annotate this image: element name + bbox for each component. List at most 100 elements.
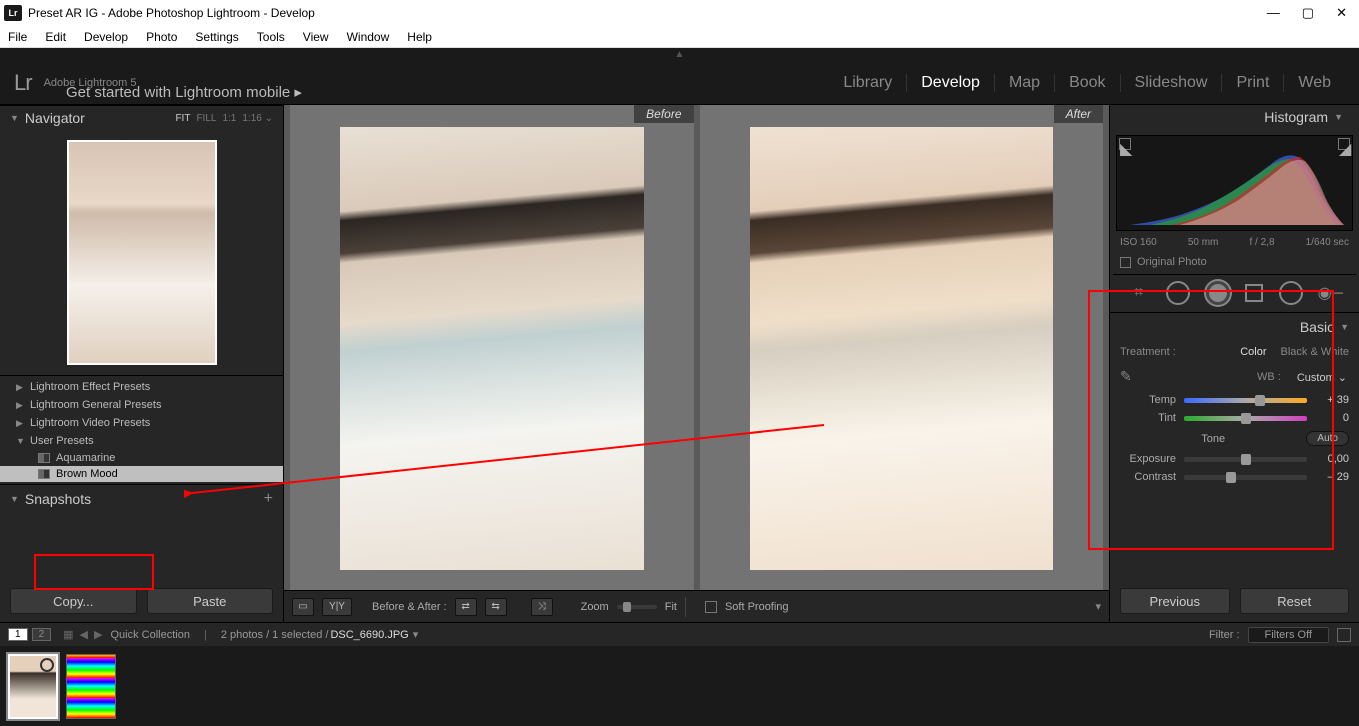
page-1[interactable]: 1	[8, 628, 28, 641]
menu-photo[interactable]: Photo	[146, 30, 177, 44]
preset-aquamarine[interactable]: Aquamarine	[0, 450, 283, 466]
navigator-preview[interactable]	[0, 130, 283, 375]
module-develop[interactable]: Develop	[907, 74, 995, 92]
paste-button[interactable]: Paste	[147, 588, 274, 614]
copy-before-button[interactable]: ⇆	[485, 598, 507, 616]
exposure-slider[interactable]	[1184, 457, 1307, 462]
menu-file[interactable]: File	[8, 30, 27, 44]
module-library[interactable]: Library	[829, 74, 907, 92]
menu-settings[interactable]: Settings	[195, 30, 238, 44]
brush-tool-icon[interactable]: ◉─	[1318, 281, 1342, 305]
navigator-header[interactable]: ▼ Navigator FIT FILL 1:1 1:16 ⌄	[0, 106, 283, 130]
copy-settings-button[interactable]: ⤨	[531, 598, 553, 616]
collection-name[interactable]: Quick Collection	[110, 629, 189, 641]
nav-fill[interactable]: FILL	[196, 113, 216, 124]
swap-button[interactable]: ⇄	[455, 598, 477, 616]
wb-dropdown[interactable]: Custom ⌄	[1295, 371, 1349, 384]
menu-tools[interactable]: Tools	[257, 30, 285, 44]
after-pane[interactable]: After	[700, 105, 1104, 590]
nav-fit[interactable]: FIT	[175, 113, 190, 124]
module-slideshow[interactable]: Slideshow	[1121, 74, 1223, 92]
module-map[interactable]: Map	[995, 74, 1055, 92]
wb-label: WB :	[1257, 371, 1281, 383]
after-label: After	[1054, 105, 1103, 123]
add-snapshot-button[interactable]: +	[264, 490, 273, 508]
crop-tool-icon[interactable]: ⌗	[1127, 281, 1151, 305]
preset-folder-user[interactable]: ▼User Presets	[0, 432, 283, 450]
previous-button[interactable]: Previous	[1120, 588, 1230, 614]
graduated-tool-icon[interactable]	[1245, 284, 1263, 302]
soft-proofing-checkbox[interactable]	[705, 601, 717, 613]
preset-folder[interactable]: ▶Lightroom Video Presets	[0, 414, 283, 432]
prev-photo-icon[interactable]: ◀	[80, 628, 88, 641]
treatment-color[interactable]: Color	[1240, 346, 1266, 358]
copy-button[interactable]: Copy...	[10, 588, 137, 614]
filter-dropdown[interactable]: Filters Off	[1248, 627, 1329, 643]
after-image	[750, 127, 1054, 570]
filename-dropdown-icon[interactable]: ▾	[413, 628, 419, 641]
reset-button[interactable]: Reset	[1240, 588, 1350, 614]
contrast-value[interactable]: – 29	[1315, 471, 1349, 483]
clip-highlights-icon[interactable]: ◢	[1338, 138, 1350, 150]
menu-develop[interactable]: Develop	[84, 30, 128, 44]
tint-value[interactable]: 0	[1315, 412, 1349, 424]
preset-folder[interactable]: ▶Lightroom Effect Presets	[0, 378, 283, 396]
exposure-value[interactable]: 0,00	[1315, 453, 1349, 465]
window-maximize-button[interactable]: ▢	[1302, 5, 1314, 21]
filter-lock-icon[interactable]	[1337, 628, 1351, 642]
module-print[interactable]: Print	[1222, 74, 1284, 92]
app-logo-icon: Lr	[4, 5, 22, 21]
preset-brown-mood[interactable]: Brown Mood	[0, 466, 283, 482]
histogram-meta: ISO 160 50 mm f / 2,8 1/640 sec	[1110, 233, 1359, 252]
before-pane[interactable]: Before	[290, 105, 694, 590]
grid-icon[interactable]: ▦	[63, 628, 73, 641]
preset-folder[interactable]: ▶Lightroom General Presets	[0, 396, 283, 414]
module-book[interactable]: Book	[1055, 74, 1120, 92]
loupe-view-button[interactable]: ▭	[292, 598, 314, 616]
menu-view[interactable]: View	[303, 30, 329, 44]
histogram-header[interactable]: Histogram ▼	[1110, 105, 1359, 129]
snapshots-title: Snapshots	[25, 491, 91, 507]
contrast-slider[interactable]	[1184, 475, 1307, 480]
exposure-slider-row: Exposure 0,00	[1110, 450, 1359, 468]
radial-tool-icon[interactable]	[1279, 281, 1303, 305]
get-started-link[interactable]: Get started with Lightroom mobile ▸	[66, 83, 302, 101]
menu-window[interactable]: Window	[347, 30, 390, 44]
window-minimize-button[interactable]: —	[1267, 5, 1280, 21]
clip-shadows-icon[interactable]: ◣	[1119, 138, 1131, 150]
next-photo-icon[interactable]: ▶	[94, 628, 102, 641]
window-titlebar: Lr Preset AR IG - Adobe Photoshop Lightr…	[0, 0, 1359, 26]
original-photo-row[interactable]: Original Photo	[1110, 252, 1359, 272]
wb-dropper-icon[interactable]: ✎	[1120, 368, 1138, 386]
filmstrip-thumb-1[interactable]	[8, 654, 58, 719]
menu-help[interactable]: Help	[407, 30, 432, 44]
redeye-tool-icon[interactable]	[1206, 281, 1230, 305]
nav-1-1[interactable]: 1:1	[222, 113, 236, 124]
treatment-label: Treatment :	[1120, 346, 1176, 358]
window-close-button[interactable]: ✕	[1336, 5, 1347, 21]
module-web[interactable]: Web	[1284, 74, 1345, 92]
filmstrip-thumb-2[interactable]	[66, 654, 116, 719]
toolbar-collapse-icon[interactable]: ▾	[1095, 600, 1101, 613]
tint-label: Tint	[1120, 412, 1176, 424]
nav-1-16[interactable]: 1:16 ⌄	[242, 113, 273, 124]
temp-slider[interactable]	[1184, 398, 1307, 403]
tint-slider[interactable]	[1184, 416, 1307, 421]
snapshots-header[interactable]: ▼ Snapshots +	[0, 484, 283, 513]
compare-view-button[interactable]: Y|Y	[322, 598, 352, 616]
filmstrip[interactable]	[0, 646, 1359, 726]
basic-header[interactable]: Basic ▼	[1110, 312, 1359, 341]
temp-value[interactable]: + 39	[1315, 394, 1349, 406]
zoom-slider[interactable]	[617, 605, 657, 609]
page-2[interactable]: 2	[32, 628, 52, 641]
menu-edit[interactable]: Edit	[45, 30, 66, 44]
treatment-bw[interactable]: Black & White	[1281, 346, 1349, 358]
auto-tone-button[interactable]: Auto	[1306, 431, 1349, 446]
spot-tool-icon[interactable]	[1166, 281, 1190, 305]
contrast-slider-row: Contrast – 29	[1110, 468, 1359, 486]
filter-label: Filter :	[1209, 629, 1240, 641]
presets-list: ▶Lightroom Effect Presets ▶Lightroom Gen…	[0, 376, 283, 484]
top-panel-toggle[interactable]: ▲	[0, 48, 1359, 61]
histogram-chart[interactable]: ◣ ◢	[1116, 135, 1353, 231]
original-checkbox[interactable]	[1120, 257, 1131, 268]
